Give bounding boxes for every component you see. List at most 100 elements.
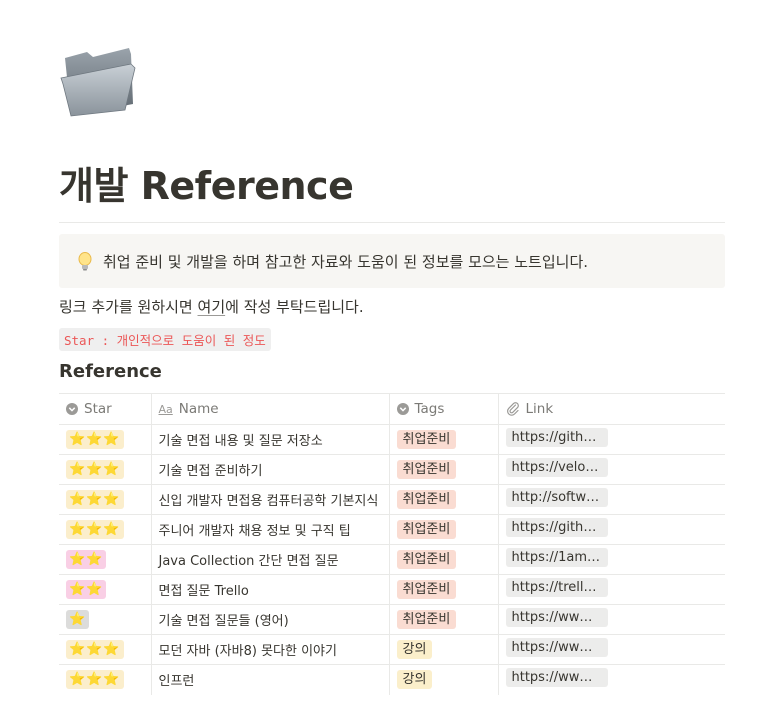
table-row[interactable]: ⭐ 기술 면접 질문들 (영어) 취업준비 https://www.car...: [59, 604, 725, 635]
tags-cell[interactable]: 취업준비: [388, 604, 498, 635]
column-tags-label: Tags: [414, 401, 445, 417]
title-icon: Aa: [158, 402, 173, 416]
name-cell[interactable]: 인프런: [150, 664, 389, 695]
select-icon: [66, 403, 78, 415]
page-title: 개발 Reference: [59, 164, 354, 208]
link-chip[interactable]: http://software...: [505, 488, 608, 507]
link-chip[interactable]: https://www.car...: [505, 608, 608, 627]
link-chip[interactable]: https://www.infl...: [505, 668, 608, 688]
reference-name: 신입 개발자 면접용 컴퓨터공학 기본지식: [158, 494, 379, 509]
link-chip[interactable]: https://www.yo...: [505, 638, 608, 657]
reference-name: 기술 면접 내용 및 질문 저장소: [158, 434, 323, 449]
tags-cell[interactable]: 취업준비: [388, 544, 498, 575]
table-row[interactable]: ⭐⭐⭐ 기술 면접 준비하기 취업준비 https://velog.io/...: [59, 454, 725, 485]
star-rating-badge: ⭐⭐⭐: [66, 520, 124, 539]
star-rating-badge: ⭐⭐: [66, 580, 107, 599]
link-chip[interactable]: https://trello.co...: [505, 578, 608, 597]
link-chip[interactable]: https://github.c...: [505, 518, 608, 537]
link-chip[interactable]: https://1ambda....: [505, 548, 608, 567]
table-row[interactable]: ⭐⭐⭐ 신입 개발자 면접용 컴퓨터공학 기본지식 취업준비 http://softw…: [59, 484, 725, 515]
reference-name: 기술 면접 준비하기: [158, 464, 263, 479]
tags-cell[interactable]: 취업준비: [388, 484, 498, 515]
tag-badge: 취업준비: [396, 520, 457, 539]
star-cell[interactable]: ⭐⭐⭐: [59, 634, 151, 665]
reference-name: Java Collection 간단 면접 질문: [158, 554, 339, 569]
callout: 취업 준비 및 개발을 하며 참고한 자료와 도움이 된 정보를 모으는 노트입…: [59, 234, 725, 288]
link-cell[interactable]: https://1ambda....: [497, 544, 725, 575]
table-row[interactable]: ⭐⭐⭐ 기술 면접 내용 및 질문 저장소 취업준비 https://github.c…: [59, 424, 725, 455]
star-rating-badge: ⭐⭐: [66, 550, 107, 569]
reference-name: 면접 질문 Trello: [158, 584, 249, 599]
table-row[interactable]: ⭐⭐ 면접 질문 Trello 취업준비 https://trello.co...: [59, 574, 725, 605]
column-link[interactable]: Link: [497, 393, 725, 425]
request-before: 링크 추가를 원하시면: [59, 298, 198, 316]
name-cell[interactable]: Java Collection 간단 면접 질문: [150, 544, 389, 575]
table-row[interactable]: ⭐⭐ Java Collection 간단 면접 질문 취업준비 https://1a…: [59, 544, 725, 575]
tags-cell[interactable]: 취업준비: [388, 514, 498, 545]
tags-cell[interactable]: 취업준비: [388, 574, 498, 605]
name-cell[interactable]: 주니어 개발자 채용 정보 및 구직 팁: [150, 514, 389, 545]
tags-cell[interactable]: 강의: [388, 664, 498, 695]
star-rating-badge: ⭐⭐⭐: [66, 430, 124, 449]
column-star[interactable]: Star: [59, 393, 151, 425]
link-chip[interactable]: https://velog.io/...: [505, 458, 608, 477]
tag-badge: 취업준비: [396, 550, 457, 569]
name-cell[interactable]: 기술 면접 내용 및 질문 저장소: [150, 424, 389, 455]
reference-name: 모던 자바 (자바8) 못다한 이야기: [158, 644, 337, 659]
link-cell[interactable]: http://software...: [497, 484, 725, 515]
star-cell[interactable]: ⭐⭐⭐: [59, 664, 151, 695]
tags-cell[interactable]: 취업준비: [388, 424, 498, 455]
folder-icon: [60, 48, 136, 117]
request-text: 링크 추가를 원하시면 여기에 작성 부탁드립니다.: [59, 296, 364, 317]
column-name[interactable]: Aa Name: [150, 393, 389, 425]
table-row[interactable]: ⭐⭐⭐ 모던 자바 (자바8) 못다한 이야기 강의 https://www.yo..…: [59, 634, 725, 665]
table-row[interactable]: ⭐⭐⭐ 인프런 강의 https://www.infl...: [59, 664, 725, 695]
name-cell[interactable]: 신입 개발자 면접용 컴퓨터공학 기본지식: [150, 484, 389, 515]
reference-table: Star Aa Name Tags Link ⭐⭐⭐ 기술 면접 내용 및 질문…: [59, 393, 725, 695]
reference-name: 주니어 개발자 채용 정보 및 구직 팁: [158, 524, 351, 539]
column-name-label: Name: [178, 401, 219, 417]
tag-badge: 취업준비: [396, 610, 457, 629]
column-link-label: Link: [525, 401, 554, 417]
column-star-label: Star: [84, 401, 112, 417]
name-cell[interactable]: 기술 면접 질문들 (영어): [150, 604, 389, 635]
name-cell[interactable]: 모던 자바 (자바8) 못다한 이야기: [150, 634, 389, 665]
tag-badge: 취업준비: [396, 430, 457, 449]
lightbulb-icon: [78, 252, 92, 271]
link-cell[interactable]: https://www.car...: [497, 604, 725, 635]
tag-badge: 강의: [396, 670, 433, 690]
star-cell[interactable]: ⭐⭐: [59, 574, 151, 605]
name-cell[interactable]: 면접 질문 Trello: [150, 574, 389, 605]
star-rating-badge: ⭐⭐⭐: [66, 640, 124, 659]
reference-name: 기술 면접 질문들 (영어): [158, 614, 289, 629]
request-after: 에 작성 부탁드립니다.: [225, 298, 364, 316]
link-cell[interactable]: https://github.c...: [497, 424, 725, 455]
star-cell[interactable]: ⭐⭐⭐: [59, 514, 151, 545]
link-icon: [506, 402, 519, 416]
star-cell[interactable]: ⭐: [59, 604, 151, 635]
link-cell[interactable]: https://www.yo...: [497, 634, 725, 665]
link-cell[interactable]: https://github.c...: [497, 514, 725, 545]
select-icon: [396, 403, 409, 415]
table-row[interactable]: ⭐⭐⭐ 주니어 개발자 채용 정보 및 구직 팁 취업준비 https://githu…: [59, 514, 725, 545]
tag-badge: 취업준비: [396, 490, 457, 509]
link-cell[interactable]: https://www.infl...: [497, 664, 725, 695]
reference-name: 인프런: [158, 674, 195, 690]
section-title: Reference: [59, 361, 162, 382]
tags-cell[interactable]: 강의: [388, 634, 498, 665]
star-cell[interactable]: ⭐⭐⭐: [59, 454, 151, 485]
star-cell[interactable]: ⭐⭐⭐: [59, 424, 151, 455]
tag-badge: 강의: [396, 640, 433, 659]
request-link[interactable]: 여기: [198, 298, 226, 316]
star-cell[interactable]: ⭐⭐⭐: [59, 484, 151, 515]
column-tags[interactable]: Tags: [388, 393, 498, 425]
link-chip[interactable]: https://github.c...: [505, 428, 608, 447]
star-legend-code: Star : 개인적으로 도움이 된 정도: [59, 328, 271, 351]
star-cell[interactable]: ⭐⭐: [59, 544, 151, 575]
tags-cell[interactable]: 취업준비: [388, 454, 498, 485]
link-cell[interactable]: https://velog.io/...: [497, 454, 725, 485]
name-cell[interactable]: 기술 면접 준비하기: [150, 454, 389, 485]
table-header-row: Star Aa Name Tags Link: [59, 393, 725, 425]
tag-badge: 취업준비: [396, 460, 457, 479]
link-cell[interactable]: https://trello.co...: [497, 574, 725, 605]
